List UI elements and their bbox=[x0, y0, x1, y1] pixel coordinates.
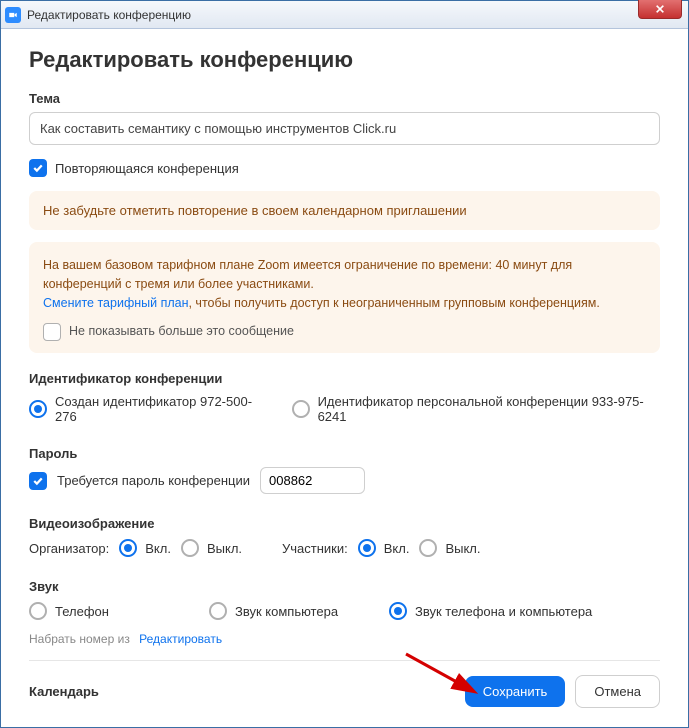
participant-video-on-label: Вкл. bbox=[384, 541, 410, 556]
audio-section-label: Звук bbox=[29, 579, 660, 594]
video-section-label: Видеоизображение bbox=[29, 516, 660, 531]
recurring-checkbox[interactable] bbox=[29, 159, 47, 177]
host-video-off-radio[interactable] bbox=[181, 539, 199, 557]
host-video-on-label: Вкл. bbox=[145, 541, 171, 556]
dial-from-label: Набрать номер из bbox=[29, 632, 130, 646]
audio-computer-label: Звук компьютера bbox=[235, 604, 338, 619]
upgrade-plan-link[interactable]: Смените тарифный план bbox=[43, 296, 188, 310]
calendar-warning: Не забудьте отметить повторение в своем … bbox=[29, 191, 660, 230]
topic-input[interactable] bbox=[29, 112, 660, 145]
footer: Календарь Сохранить Отмена bbox=[29, 660, 660, 708]
video-participants-label: Участники: bbox=[282, 541, 348, 556]
calendar-warning-text: Не забудьте отметить повторение в своем … bbox=[43, 203, 467, 218]
meeting-id-label: Идентификатор конференции bbox=[29, 371, 660, 386]
window-title: Редактировать конференцию bbox=[27, 8, 191, 22]
host-video-on-radio[interactable] bbox=[119, 539, 137, 557]
plan-limit-box: На вашем базовом тарифном плане Zoom име… bbox=[29, 242, 660, 353]
cancel-button[interactable]: Отмена bbox=[575, 675, 660, 708]
audio-both-label: Звук телефона и компьютера bbox=[415, 604, 592, 619]
hide-message-label: Не показывать больше это сообщение bbox=[69, 322, 294, 341]
content: Редактировать конференцию Тема Повторяющ… bbox=[1, 29, 688, 727]
audio-computer-radio[interactable] bbox=[209, 602, 227, 620]
participant-video-on-radio[interactable] bbox=[358, 539, 376, 557]
plan-limit-text-2: , чтобы получить доступ к неограниченным… bbox=[188, 296, 599, 310]
require-password-checkbox[interactable] bbox=[29, 472, 47, 490]
password-section-label: Пароль bbox=[29, 446, 660, 461]
hide-message-checkbox[interactable] bbox=[43, 323, 61, 341]
generated-id-radio[interactable] bbox=[29, 400, 47, 418]
audio-both-radio[interactable] bbox=[389, 602, 407, 620]
audio-phone-radio[interactable] bbox=[29, 602, 47, 620]
password-input[interactable] bbox=[260, 467, 365, 494]
zoom-app-icon bbox=[5, 7, 21, 23]
personal-id-label: Идентификатор персональной конференции 9… bbox=[318, 394, 660, 424]
titlebar: Редактировать конференцию bbox=[1, 1, 688, 29]
participant-video-off-radio[interactable] bbox=[419, 539, 437, 557]
host-video-off-label: Выкл. bbox=[207, 541, 242, 556]
audio-phone-label: Телефон bbox=[55, 604, 109, 619]
video-host-label: Организатор: bbox=[29, 541, 109, 556]
generated-id-label: Создан идентификатор 972-500-276 bbox=[55, 394, 266, 424]
dial-edit-link[interactable]: Редактировать bbox=[139, 632, 222, 646]
page-title: Редактировать конференцию bbox=[29, 47, 660, 73]
calendar-label: Календарь bbox=[29, 684, 99, 699]
window-close-button[interactable] bbox=[638, 0, 682, 19]
window: Редактировать конференцию Редактировать … bbox=[0, 0, 689, 728]
require-password-label: Требуется пароль конференции bbox=[57, 473, 250, 488]
save-button[interactable]: Сохранить bbox=[465, 676, 566, 707]
personal-id-radio[interactable] bbox=[292, 400, 310, 418]
recurring-label: Повторяющаяся конференция bbox=[55, 161, 239, 176]
plan-limit-text-1: На вашем базовом тарифном плане Zoom име… bbox=[43, 258, 572, 291]
participant-video-off-label: Выкл. bbox=[445, 541, 480, 556]
topic-label: Тема bbox=[29, 91, 660, 106]
